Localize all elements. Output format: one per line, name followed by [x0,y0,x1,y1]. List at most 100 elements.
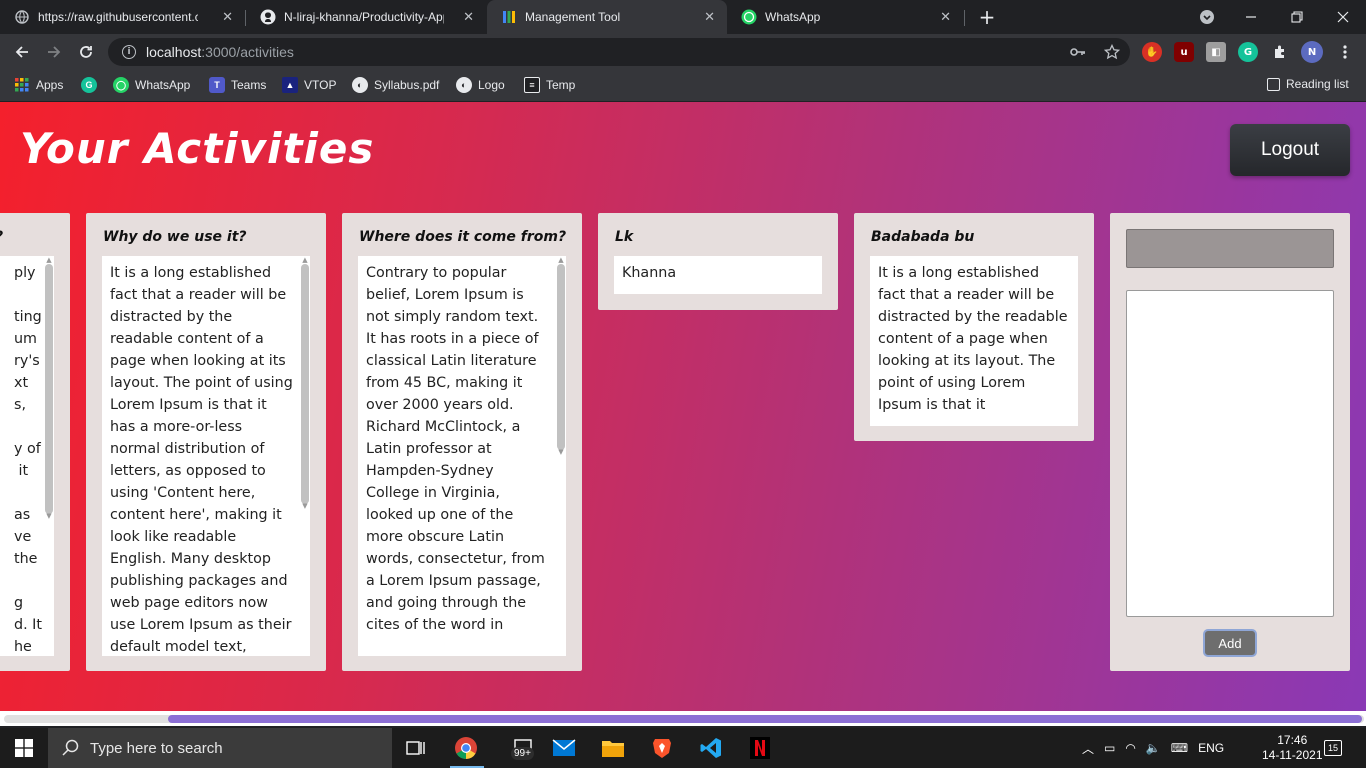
browser-tab-strip: https://raw.githubusercontent.co ✕ N-lir… [0,0,1366,34]
github-icon [260,9,276,25]
start-button[interactable] [0,728,48,768]
card-body[interactable]: Khanna [614,256,822,294]
restore-button[interactable] [1274,0,1320,34]
search-icon [62,739,79,756]
speaker-icon[interactable]: 🔈 [1146,741,1161,755]
scrollbar-thumb[interactable] [168,715,1362,723]
arrow-left-icon [15,46,28,58]
scroll-up-icon[interactable]: ▲ [45,256,53,264]
chevron-down-icon [1200,10,1214,24]
card-body[interactable]: ply ting um ry's xt s, y of it as ve the… [0,256,54,656]
screenshot-extension-icon[interactable]: ◧ [1206,42,1226,62]
bookmark-logo[interactable]: ◐ Logo [456,77,505,93]
puzzle-icon[interactable] [1270,42,1290,62]
activity-card: Where does it come from? Contrary to pop… [342,213,582,671]
tab-title: WhatsApp [765,10,821,24]
minimize-button[interactable] [1228,0,1274,34]
card-body[interactable]: Contrary to popular belief, Lorem Ipsum … [358,256,566,656]
forward-button[interactable] [42,40,66,64]
bookmark-whatsapp[interactable]: ◯ WhatsApp [113,77,190,93]
bookmark-temp[interactable]: ≡ Temp [524,77,575,93]
card-body[interactable]: It is a long established fact that a rea… [870,256,1078,426]
clock-date: 14-11-2021 [1262,748,1323,762]
close-icon[interactable]: ✕ [940,9,951,25]
ublock-extension-icon[interactable]: u [1174,42,1194,62]
scrollbar-thumb[interactable] [301,264,309,504]
wifi-icon[interactable]: ◠ [1125,741,1135,755]
activities-page: Your Activities Logout ? ply ting um ry'… [0,102,1366,726]
scroll-down-icon[interactable]: ▼ [557,448,565,456]
taskbar-search[interactable]: Type here to search [48,728,392,768]
card-scrollbar[interactable]: ▲ ▼ [44,256,54,656]
tab-title: https://raw.githubusercontent.co [38,10,198,24]
logout-button[interactable]: Logout [1230,124,1350,176]
reading-list-button[interactable]: Reading list [1267,77,1349,91]
tab-github-repo[interactable]: N-liraj-khanna/Productivity-App ✕ [246,0,486,34]
whatsapp-icon [741,9,757,25]
file-explorer-icon[interactable] [597,732,629,764]
scrollbar-thumb[interactable] [45,264,53,514]
card-scrollbar[interactable]: ▲ ▼ [556,256,566,656]
card-body[interactable]: It is a long established fact that a rea… [102,256,310,656]
mail-icon[interactable] [548,732,580,764]
activity-card: ? ply ting um ry's xt s, y of it as ve t… [0,213,70,671]
bookmark-apps[interactable]: Apps [14,77,63,93]
activity-card: Badabada bu It is a long established fac… [854,213,1094,441]
activity-description-textarea[interactable] [1126,290,1334,617]
back-button[interactable] [10,40,34,64]
chrome-icon[interactable] [450,732,482,764]
brave-icon[interactable] [646,732,678,764]
scroll-up-icon[interactable]: ▲ [301,256,309,264]
scroll-down-icon[interactable]: ▼ [45,512,53,520]
bookmark-syllabus[interactable]: ◐ Syllabus.pdf [352,77,439,93]
close-icon[interactable]: ✕ [704,9,715,25]
chevron-up-icon[interactable]: ︿ [1082,740,1094,757]
grammarly-extension-icon[interactable]: G [1238,42,1258,62]
bookmark-teams[interactable]: T Teams [209,77,266,93]
close-icon[interactable]: ✕ [222,9,233,25]
adblock-extension-icon[interactable]: ✋ [1142,42,1162,62]
monitor-icon[interactable]: ▭ [1104,741,1115,755]
menu-icon[interactable] [1335,42,1355,62]
whatsapp-icon: ◯ [113,77,129,93]
clock[interactable]: 17:46 14-11-2021 [1262,728,1323,768]
new-tab-button[interactable]: + [964,0,1010,34]
profile-avatar[interactable]: N [1301,41,1323,63]
tab-management-tool[interactable]: Management Tool ✕ [487,0,727,34]
close-icon[interactable]: ✕ [463,9,474,25]
add-button[interactable]: Add [1203,629,1257,657]
teams-icon: T [209,77,225,93]
scroll-down-icon[interactable]: ▼ [301,502,309,510]
info-icon[interactable]: i [122,45,136,59]
bookmark-grammarly[interactable]: G [81,77,97,93]
address-bar[interactable]: i localhost:3000/activities [108,38,1130,66]
notification-center-button[interactable]: 15 [1324,728,1342,768]
activity-title-input[interactable] [1126,229,1334,268]
reload-button[interactable] [74,40,98,64]
bookmark-label: VTOP [304,78,337,92]
scroll-up-icon[interactable]: ▲ [557,256,565,264]
scrollbar-thumb[interactable] [557,264,565,450]
horizontal-scrollbar[interactable] [0,711,1366,726]
tab-search-button[interactable] [1184,0,1230,34]
card-scrollbar[interactable]: ▲ ▼ [300,256,310,656]
netflix-icon[interactable] [744,732,776,764]
clock-time: 17:46 [1277,733,1308,747]
reload-icon [80,46,92,58]
activity-card: Why do we use it? It is a long establish… [86,213,326,671]
bookmark-vtop[interactable]: ▲ VTOP [282,77,336,93]
card-text: Khanna [622,265,677,281]
star-icon[interactable] [1104,44,1120,60]
keyboard-icon[interactable]: ⌨ [1171,741,1188,755]
card-title: Badabada bu [871,229,975,245]
close-window-button[interactable] [1320,0,1366,34]
card-text: It is a long established fact that a rea… [110,265,293,655]
task-view-icon[interactable] [400,732,432,764]
tab-raw-github[interactable]: https://raw.githubusercontent.co ✕ [0,0,245,34]
key-icon[interactable] [1070,44,1086,60]
bookmark-label: Apps [36,78,64,92]
vscode-icon[interactable] [695,732,727,764]
tab-whatsapp[interactable]: WhatsApp ✕ [727,0,963,34]
language-indicator[interactable]: ENG [1198,741,1224,755]
card-title: Lk [615,229,634,245]
